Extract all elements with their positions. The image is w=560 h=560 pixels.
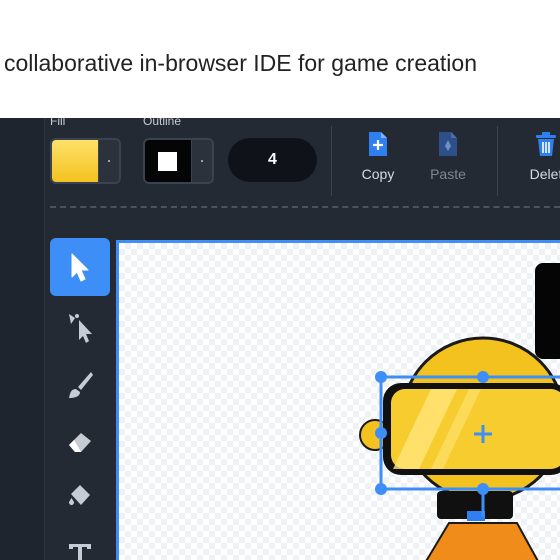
paste-icon <box>439 132 457 156</box>
toolbar-bottom-border <box>50 206 560 208</box>
outline-dropdown-icon <box>191 140 212 182</box>
black-shape <box>535 263 560 359</box>
outline-width-input[interactable]: 4 <box>228 138 317 182</box>
reshape-icon <box>69 314 92 343</box>
reshape-tool-button[interactable] <box>50 298 110 356</box>
toolbar-divider <box>497 126 498 196</box>
fill-label: Fill <box>50 118 66 128</box>
selection-handle <box>375 371 387 383</box>
paint-editor: Fill Outline 4 Copy Paste Delet <box>0 118 560 560</box>
brush-icon <box>69 372 93 398</box>
text-tool-button[interactable] <box>50 522 110 560</box>
delete-button[interactable]: Delet <box>514 130 560 190</box>
sprite-body <box>425 522 539 560</box>
paste-label: Paste <box>430 166 466 182</box>
selection-handle <box>375 427 387 439</box>
fill-color-picker[interactable] <box>50 138 121 184</box>
fill-dropdown-icon <box>98 140 119 182</box>
copy-button[interactable]: Copy <box>346 130 410 190</box>
outline-label: Outline <box>143 118 182 128</box>
arrow-select-icon <box>71 253 89 282</box>
fill-tool-button[interactable] <box>50 466 110 524</box>
page-caption-area: collaborative in-browser IDE for game cr… <box>0 0 560 118</box>
selection-handle <box>375 483 387 495</box>
trash-icon <box>536 132 556 156</box>
selection-handle <box>477 371 489 383</box>
left-panel-edge <box>0 118 45 560</box>
eraser-icon <box>69 433 91 452</box>
page-caption: collaborative in-browser IDE for game cr… <box>4 50 477 76</box>
drawing-canvas[interactable] <box>116 240 560 560</box>
select-tool-button[interactable] <box>50 238 110 296</box>
brush-tool-button[interactable] <box>50 356 110 414</box>
outline-color-picker[interactable] <box>143 138 214 184</box>
fill-bucket-icon <box>69 485 90 505</box>
copy-icon <box>369 132 387 156</box>
paste-button[interactable]: Paste <box>416 130 480 190</box>
delete-label: Delet <box>529 166 560 182</box>
sprite-drawing <box>359 263 560 560</box>
text-icon <box>69 544 91 560</box>
copy-label: Copy <box>361 166 395 182</box>
eraser-tool-button[interactable] <box>50 412 110 470</box>
toolbar-divider <box>331 126 332 196</box>
fill-color-swatch <box>52 140 100 182</box>
outline-color-swatch <box>145 140 193 182</box>
outline-inner-square <box>158 152 177 171</box>
